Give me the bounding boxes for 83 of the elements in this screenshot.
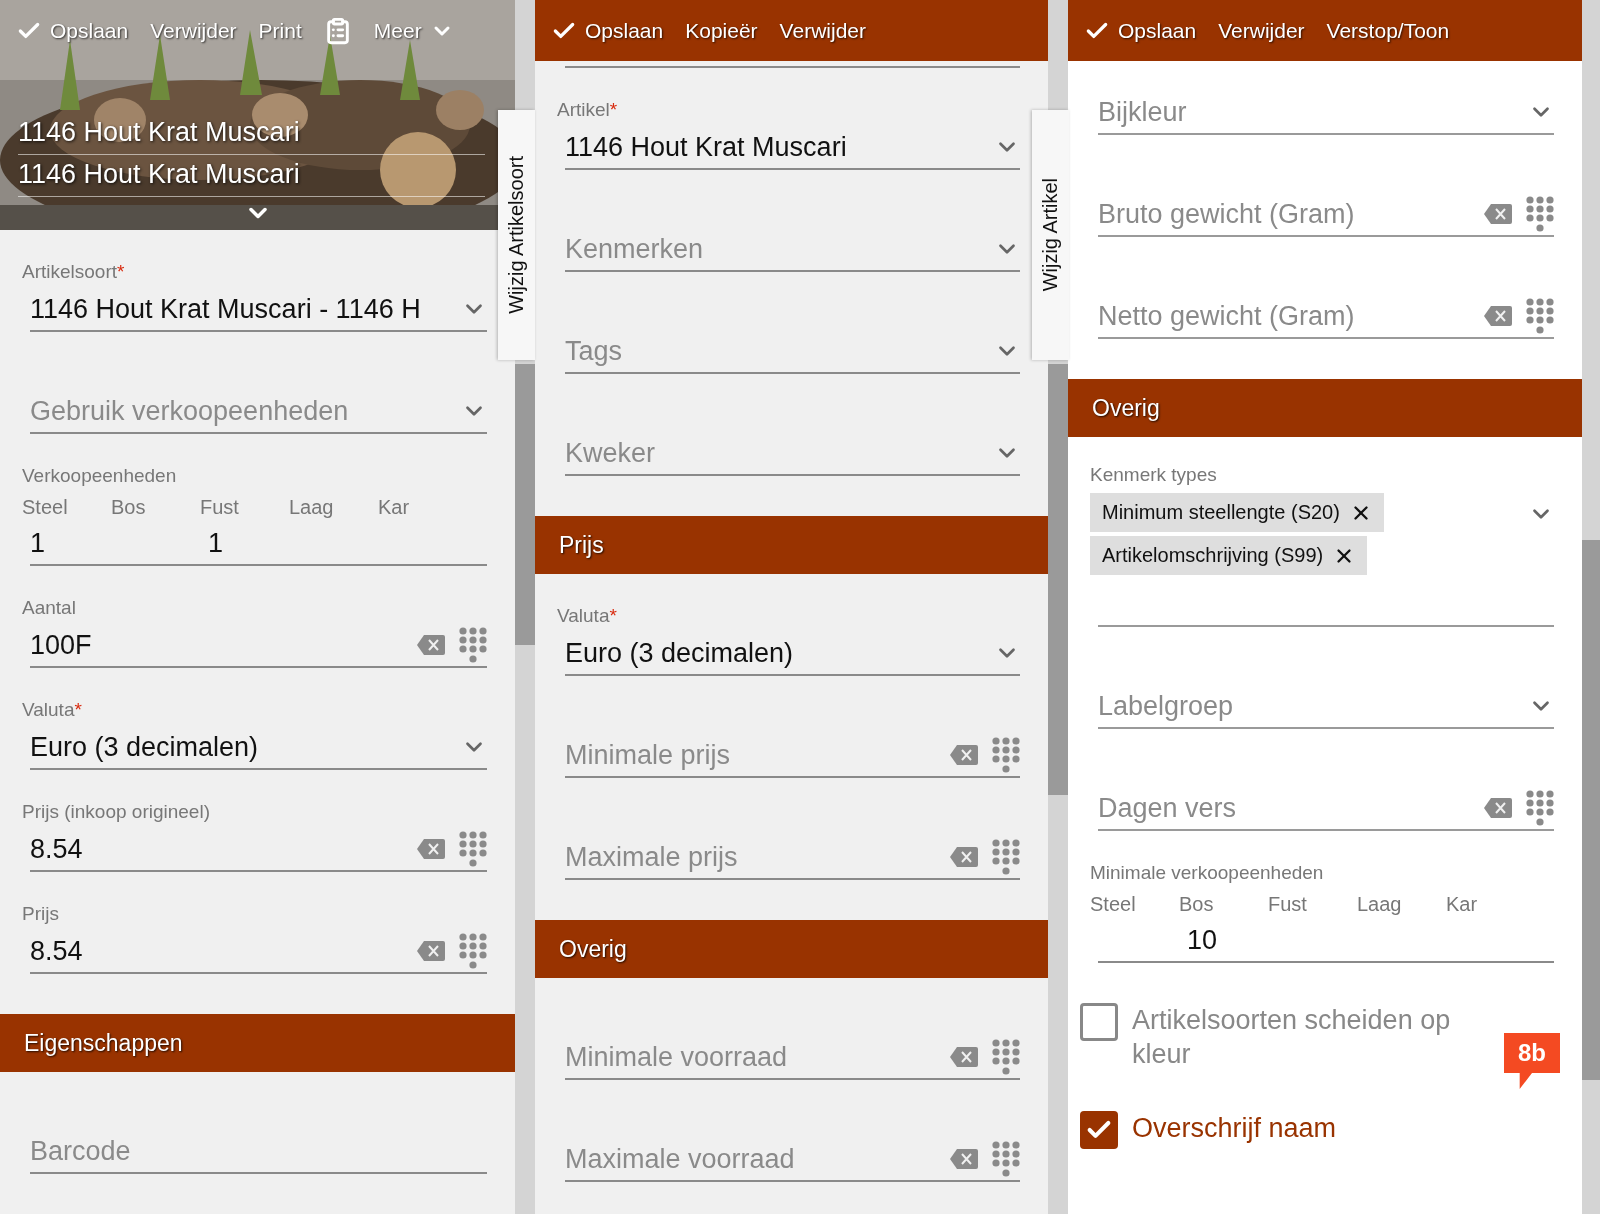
chip-label: Minimum steellengte (S20): [1102, 501, 1340, 524]
clear-icon[interactable]: [950, 847, 978, 867]
keypad-icon[interactable]: [992, 839, 1020, 875]
field-label: Aantal: [22, 596, 77, 620]
number-input[interactable]: Bruto gewicht (Gram): [1098, 198, 1470, 230]
keypad-icon[interactable]: [992, 737, 1020, 773]
toolbar-button[interactable]: Verwijder: [1218, 14, 1305, 47]
column-label: Steel: [22, 495, 69, 520]
number-input[interactable]: Dagen vers: [1098, 792, 1470, 824]
checkbox[interactable]: [1080, 1003, 1118, 1041]
checkbox-label: Artikelsoorten scheiden op kleur: [1132, 1004, 1452, 1071]
section-header: Overig: [535, 920, 1048, 978]
scrollbar-thumb[interactable]: [515, 364, 535, 645]
field-label: Valuta*: [557, 604, 618, 628]
keypad-icon[interactable]: [1526, 790, 1554, 826]
dropdown-field[interactable]: Euro (3 decimalen): [30, 726, 487, 770]
column-label: Bos: [1179, 892, 1215, 917]
field-label: Valuta*: [22, 698, 83, 722]
number-input[interactable]: Netto gewicht (Gram): [1098, 300, 1470, 332]
unit-value[interactable]: 1: [30, 527, 119, 559]
save-button[interactable]: Opslaan: [551, 13, 664, 48]
clear-icon[interactable]: [1484, 204, 1512, 224]
text-input[interactable]: Barcode: [30, 1135, 487, 1167]
number-input[interactable]: Minimale voorraad: [565, 1041, 936, 1073]
dropdown-field[interactable]: Euro (3 decimalen): [565, 632, 1020, 676]
column-label: Kar: [378, 495, 411, 520]
field-label: Verkoopeenheden: [22, 464, 178, 488]
number-input[interactable]: Minimale prijs: [565, 739, 936, 771]
column-label: Laag: [1357, 892, 1403, 917]
number-input[interactable]: Maximale voorraad: [565, 1143, 936, 1175]
dropdown-field[interactable]: 1146 Hout Krat Muscari - 1146 H: [30, 288, 487, 332]
clear-icon[interactable]: [417, 635, 445, 655]
field-label: Minimale verkoopeenheden: [1090, 861, 1325, 885]
tags-field[interactable]: Minimum steellengte (S20) Artikelomschrijving (S99): [1098, 491, 1554, 627]
side-tab[interactable]: Wijzig Artikel: [1032, 110, 1069, 360]
field-label: Artikel*: [557, 98, 619, 122]
number-input[interactable]: 8.54: [30, 935, 403, 967]
chip-label: Artikelomschrijving (S99): [1102, 544, 1324, 567]
clear-icon[interactable]: [1484, 798, 1512, 818]
unit-value[interactable]: 10: [1187, 924, 1276, 956]
keypad-icon[interactable]: [1526, 196, 1554, 232]
toolbar-button[interactable]: Kopieër: [685, 14, 758, 47]
column-label: Steel: [1090, 892, 1137, 917]
keypad-icon[interactable]: [459, 831, 487, 867]
scrollbar-thumb[interactable]: [1048, 364, 1068, 795]
side-tab[interactable]: Wijzig Artikelsoort: [498, 110, 535, 360]
column-label: Laag: [289, 495, 335, 520]
keypad-icon[interactable]: [459, 933, 487, 969]
clear-icon[interactable]: [950, 745, 978, 765]
toolbar-button[interactable]: Verwijder: [779, 14, 866, 47]
scrollbar-thumb[interactable]: [1582, 540, 1600, 1080]
number-input[interactable]: 100F: [30, 629, 403, 661]
column-label: Fust: [1268, 892, 1308, 917]
field-label: Prijs (inkoop origineel): [22, 800, 211, 824]
section-header: Prijs: [535, 516, 1048, 574]
step-badge: 8b: [1504, 1033, 1560, 1089]
field-label: Artikelsoort*: [22, 260, 126, 284]
keypad-icon[interactable]: [1526, 298, 1554, 334]
section-header: Overig: [1068, 379, 1582, 437]
dropdown-field[interactable]: 1146 Hout Krat Muscari: [565, 126, 1020, 170]
column-label: Fust: [200, 495, 240, 520]
number-input[interactable]: Maximale prijs: [565, 841, 936, 873]
header-title: 1146 Hout Krat Muscari: [18, 113, 485, 155]
checkbox[interactable]: [1080, 1111, 1118, 1149]
header-title: 1146 Hout Krat Muscari: [18, 155, 485, 197]
section-header: Eigenschappen: [0, 1014, 515, 1072]
save-button[interactable]: Opslaan: [1084, 13, 1197, 48]
clear-icon[interactable]: [1484, 306, 1512, 326]
clear-icon[interactable]: [950, 1047, 978, 1067]
column-label: Bos: [111, 495, 147, 520]
clear-icon[interactable]: [417, 941, 445, 961]
keypad-icon[interactable]: [992, 1039, 1020, 1075]
keypad-icon[interactable]: [459, 627, 487, 663]
toolbar-button[interactable]: Verstop/Toon: [1326, 14, 1450, 47]
clear-icon[interactable]: [950, 1149, 978, 1169]
number-input[interactable]: 8.54: [30, 833, 403, 865]
column-label: Kar: [1446, 892, 1479, 917]
checkbox-label: Overschrijf naam: [1132, 1112, 1338, 1145]
field-label: Kenmerk types: [1090, 463, 1218, 487]
field-label: Prijs: [22, 902, 60, 926]
unit-value[interactable]: 1: [208, 527, 297, 559]
clear-icon[interactable]: [417, 839, 445, 859]
keypad-icon[interactable]: [992, 1141, 1020, 1177]
